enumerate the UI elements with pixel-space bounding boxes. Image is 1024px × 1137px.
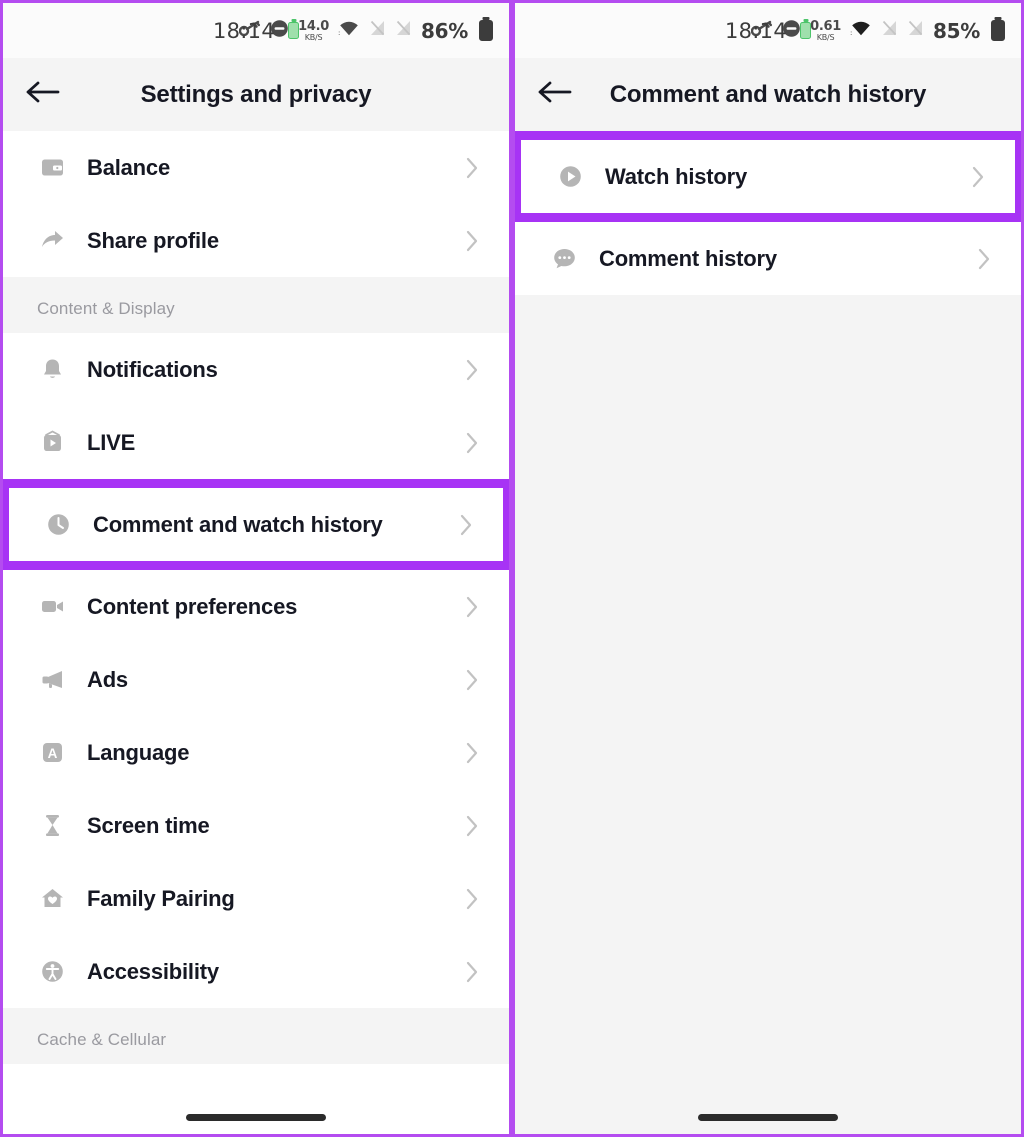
sidebar-item-notifications[interactable]: Notifications — [3, 333, 509, 406]
share-arrow-icon — [37, 226, 67, 256]
megaphone-icon — [37, 665, 67, 695]
back-arrow-icon — [25, 79, 61, 110]
sidebar-item-label: LIVE — [87, 429, 136, 455]
sidebar-item-label: Screen time — [87, 812, 210, 838]
chevron-right-icon — [967, 166, 989, 188]
house-heart-icon — [37, 884, 67, 914]
highlight-box-comment-and-watch-history: Comment and watch history — [3, 479, 509, 570]
sidebar-item-family-pairing[interactable]: Family Pairing — [3, 862, 509, 935]
section-header-content-display: Content & Display — [37, 299, 175, 318]
sidebar-item-label: Ads — [87, 666, 128, 692]
left-phone-panel: 18:14 14.0 KB/S : 86% Settings and priva… — [0, 0, 512, 1137]
left-app-bar: Settings and privacy — [3, 58, 509, 131]
sidebar-item-balance[interactable]: Balance — [3, 131, 509, 204]
chevron-right-icon — [461, 815, 483, 837]
history-group: Comment history — [515, 222, 1021, 295]
sidebar-item-label: Share profile — [87, 227, 219, 253]
sidebar-item-label: Balance — [87, 154, 170, 180]
section-header-cache-cellular: Cache & Cellular — [37, 1030, 167, 1049]
sidebar-item-accessibility[interactable]: Accessibility — [3, 935, 509, 1008]
right-gesture-bar — [515, 1100, 1021, 1134]
screenshot-stage: 18:14 14.0 KB/S : 86% Settings and priva… — [0, 0, 1024, 1137]
sidebar-item-language[interactable]: A Language — [3, 716, 509, 789]
hourglass-icon — [37, 811, 67, 841]
video-camera-icon — [37, 592, 67, 622]
left-settings-list: Balance Share profile Content & Display … — [3, 131, 509, 1134]
status-bar-clock: 18:14 — [724, 18, 788, 43]
highlight-box-watch-history: Watch history — [515, 131, 1021, 222]
sidebar-item-share-profile[interactable]: Share profile — [3, 204, 509, 277]
accessibility-icon — [37, 957, 67, 987]
sidebar-item-content-preferences[interactable]: Content preferences — [3, 570, 509, 643]
status-bar-clock: 18:14 — [212, 18, 276, 43]
sidebar-item-comment-and-watch-history[interactable]: Comment and watch history — [9, 488, 503, 561]
sidebar-item-label: Family Pairing — [87, 885, 235, 911]
chevron-right-icon — [461, 888, 483, 910]
comment-bubble-icon — [549, 244, 579, 274]
list-item-label: Watch history — [605, 163, 748, 189]
chevron-right-icon — [461, 742, 483, 764]
battery-charging-icon — [288, 22, 300, 39]
clock-icon — [43, 510, 73, 540]
chevron-right-icon — [461, 961, 483, 983]
chevron-right-icon — [461, 157, 483, 179]
battery-icon — [479, 20, 493, 41]
sidebar-item-label: Accessibility — [87, 958, 219, 984]
settings-group-account: Balance Share profile — [3, 131, 509, 277]
back-button[interactable] — [13, 79, 73, 110]
battery-icon — [991, 20, 1005, 41]
left-gesture-bar — [3, 1100, 509, 1134]
list-item-watch-history[interactable]: Watch history — [521, 140, 1015, 213]
live-tv-icon — [37, 428, 67, 458]
sidebar-item-label: Comment and watch history — [93, 511, 383, 537]
chevron-right-icon — [461, 432, 483, 454]
right-app-bar: Comment and watch history — [515, 58, 1021, 131]
svg-text:A: A — [47, 746, 57, 761]
sidebar-item-label: Content preferences — [87, 593, 298, 619]
chevron-right-icon — [461, 669, 483, 691]
sidebar-item-ads[interactable]: Ads — [3, 643, 509, 716]
right-phone-panel: 18:14 0.61 KB/S : 85% Comment and watch … — [512, 0, 1024, 1137]
left-status-bar: 18:14 14.0 KB/S : 86% — [3, 3, 509, 58]
list-item-label: Comment history — [599, 245, 777, 271]
page-title: Settings and privacy — [140, 80, 372, 108]
bell-icon — [37, 355, 67, 385]
status-bar-time-group: 18:14 — [3, 19, 509, 43]
settings-group-cache-cellular — [3, 1064, 509, 1104]
chevron-right-icon — [461, 596, 483, 618]
right-history-list: Watch history Comment history — [515, 131, 1021, 1134]
chevron-right-icon — [461, 359, 483, 381]
chevron-right-icon — [461, 230, 483, 252]
battery-charging-icon — [800, 22, 812, 39]
page-title: Comment and watch history — [609, 80, 927, 108]
sidebar-item-label: Notifications — [87, 356, 218, 382]
back-arrow-icon — [537, 79, 573, 110]
list-item-comment-history[interactable]: Comment history — [515, 222, 1021, 295]
wallet-icon — [37, 153, 67, 183]
home-indicator[interactable] — [186, 1113, 326, 1121]
language-a-icon: A — [37, 738, 67, 768]
status-bar-time-group: 18:14 — [515, 19, 1021, 43]
settings-group-content-display: Notifications LIVE Comment and watch his… — [3, 333, 509, 1008]
right-status-bar: 18:14 0.61 KB/S : 85% — [515, 3, 1021, 58]
chevron-right-icon — [455, 514, 477, 536]
play-circle-icon — [555, 162, 585, 192]
back-button[interactable] — [525, 79, 585, 110]
chevron-right-icon — [973, 248, 995, 270]
sidebar-item-live[interactable]: LIVE — [3, 406, 509, 479]
home-indicator[interactable] — [698, 1113, 838, 1121]
sidebar-item-screen-time[interactable]: Screen time — [3, 789, 509, 862]
sidebar-item-label: Language — [87, 739, 190, 765]
